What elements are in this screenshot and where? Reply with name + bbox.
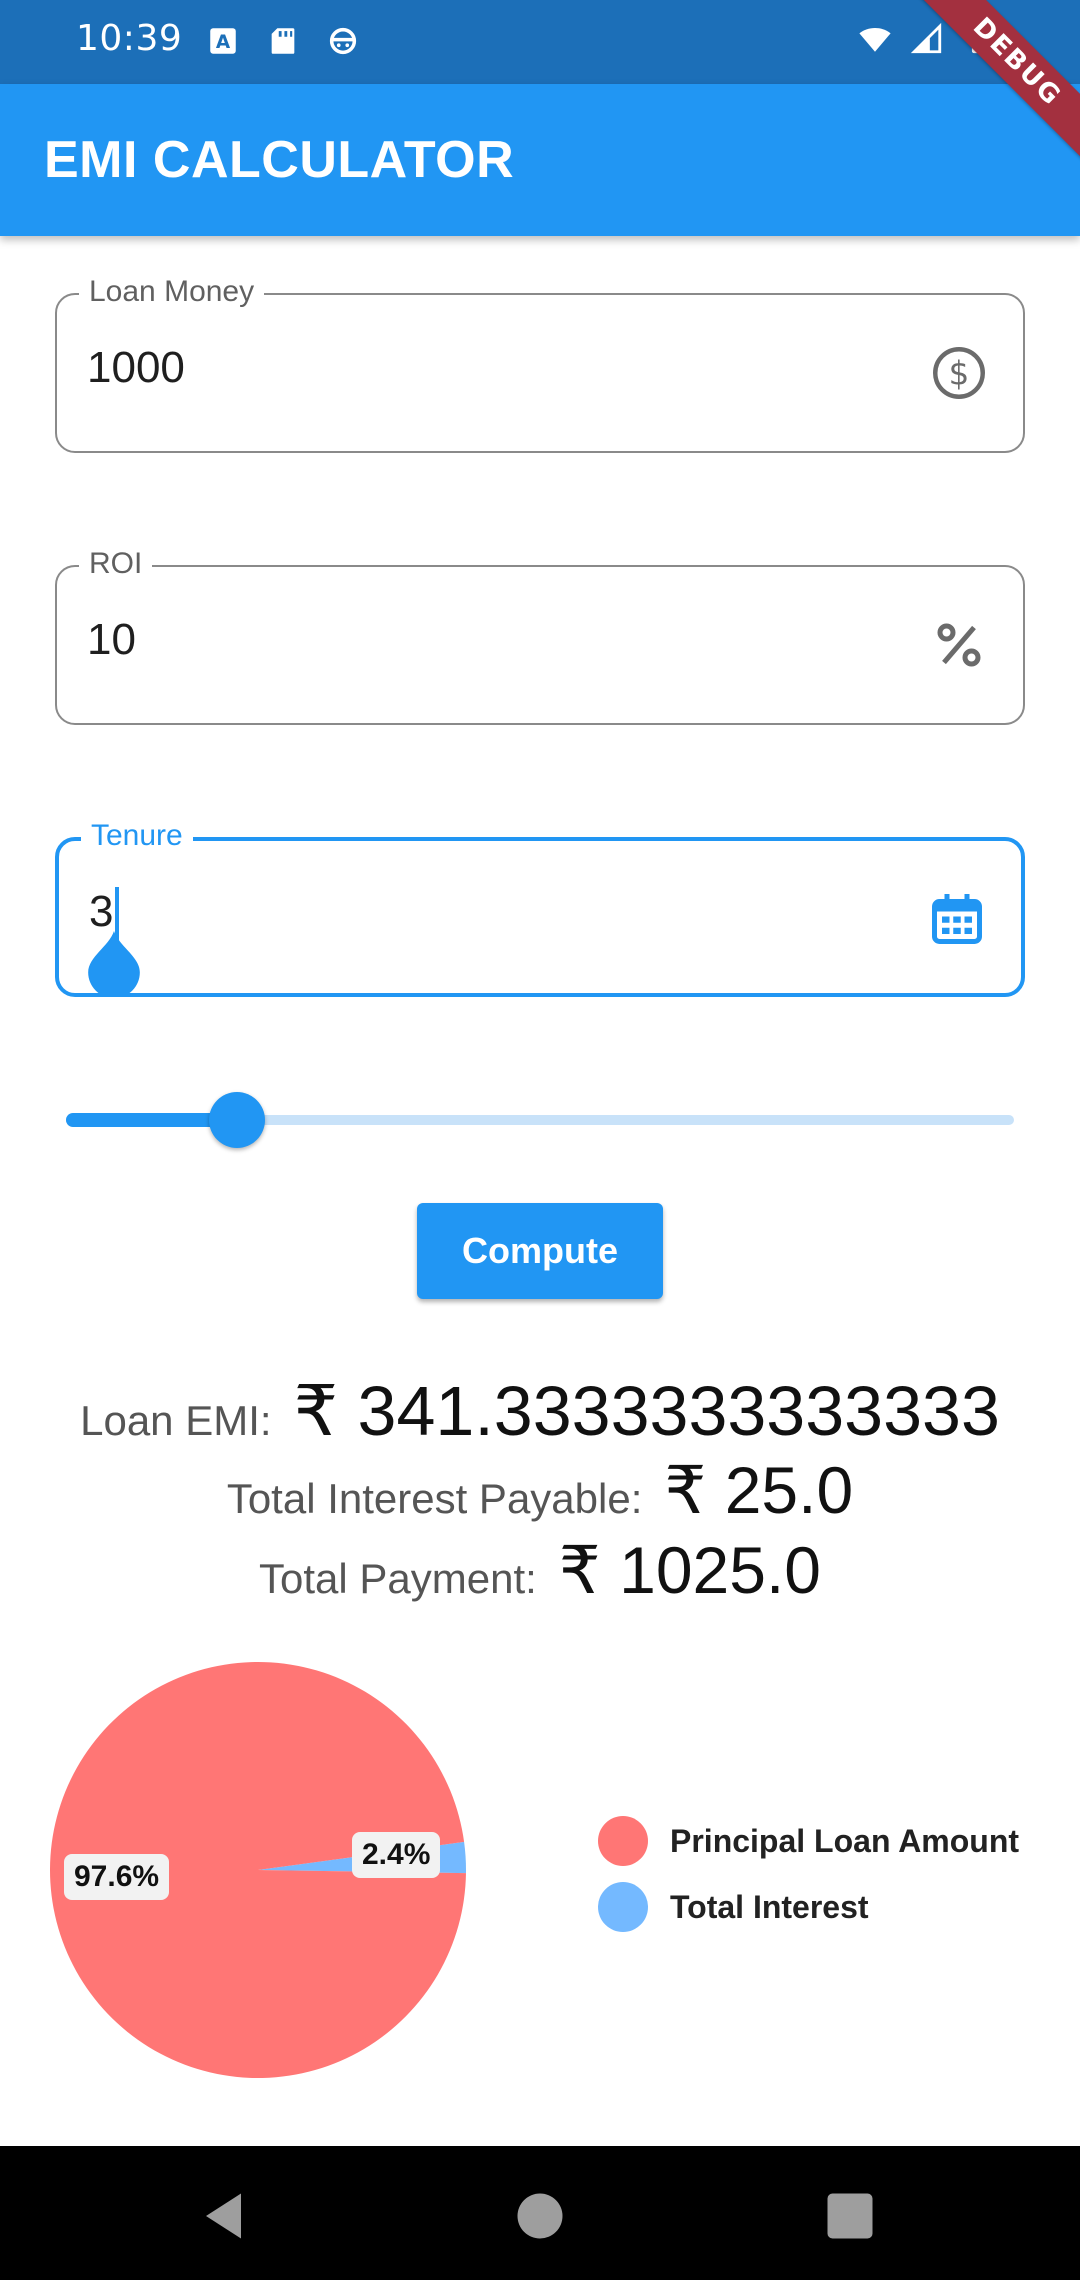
roi-value[interactable]: 10: [87, 615, 136, 665]
app-title: EMI CALCULATOR: [44, 131, 515, 189]
interest-label: Total Interest Payable:: [226, 1475, 643, 1522]
loan-money-value[interactable]: 1000: [87, 343, 185, 393]
chart-legend: Principal Loan Amount Total Interest: [598, 1808, 1019, 1940]
svg-text:$: $: [949, 354, 970, 392]
tenure-field[interactable]: Tenure 3: [55, 819, 1025, 997]
loan-money-field[interactable]: Loan Money 1000 $: [55, 275, 1025, 453]
loan-money-label: Loan Money: [79, 275, 265, 309]
legend-item-principal: Principal Loan Amount: [598, 1808, 1019, 1874]
legend-dot-principal: [598, 1816, 648, 1866]
emi-label: Loan EMI:: [80, 1397, 272, 1444]
percent-icon: [937, 623, 981, 667]
legend-label-principal: Principal Loan Amount: [670, 1822, 1020, 1859]
principal-slice-label: 97.6%: [64, 1854, 170, 1900]
signal-icon: [910, 22, 942, 54]
status-bar: 10:39 A: [0, 0, 1080, 84]
a-box-icon: A: [210, 28, 236, 54]
payment-row: Total Payment: ₹ 1025.0: [0, 1532, 1080, 1609]
recents-icon[interactable]: [820, 2186, 880, 2246]
cursor-handle-icon[interactable]: [83, 931, 145, 993]
compute-button[interactable]: Compute: [417, 1203, 663, 1299]
back-icon[interactable]: [196, 2186, 256, 2246]
loan-pie-chart: 97.6% 2.4%: [48, 1660, 468, 2080]
tenure-label: Tenure: [81, 819, 193, 853]
roi-field[interactable]: ROI 10: [55, 547, 1025, 725]
wifi-icon: [859, 28, 891, 52]
emi-value: ₹ 341.3333333333333: [293, 1372, 1000, 1450]
legend-label-interest: Total Interest: [670, 1888, 869, 1925]
interest-value: ₹ 25.0: [664, 1453, 854, 1527]
sd-card-icon: [271, 28, 295, 54]
tenure-slider[interactable]: [66, 1092, 1014, 1148]
interest-row: Total Interest Payable: ₹ 25.0: [0, 1452, 1080, 1529]
notification-icons: A: [206, 24, 360, 58]
tenure-value[interactable]: 3: [89, 887, 113, 937]
svg-text:A: A: [216, 32, 231, 53]
navigation-bar: [0, 2146, 1080, 2280]
home-icon[interactable]: [510, 2186, 570, 2246]
face-icon: [329, 27, 357, 55]
payment-label: Total Payment:: [258, 1555, 537, 1602]
legend-dot-interest: [598, 1882, 648, 1932]
roi-label: ROI: [79, 547, 153, 581]
calendar-icon: [932, 894, 982, 944]
dollar-circle-icon: $: [933, 347, 985, 399]
payment-value: ₹ 1025.0: [558, 1533, 821, 1607]
app-bar: EMI CALCULATOR: [0, 84, 1080, 236]
interest-slice-label: 2.4%: [352, 1832, 441, 1878]
legend-item-interest: Total Interest: [598, 1874, 1019, 1940]
slider-thumb[interactable]: [208, 1092, 265, 1148]
status-time: 10:39: [76, 18, 183, 59]
emi-row: Loan EMI: ₹ 341.3333333333333: [0, 1370, 1080, 1452]
